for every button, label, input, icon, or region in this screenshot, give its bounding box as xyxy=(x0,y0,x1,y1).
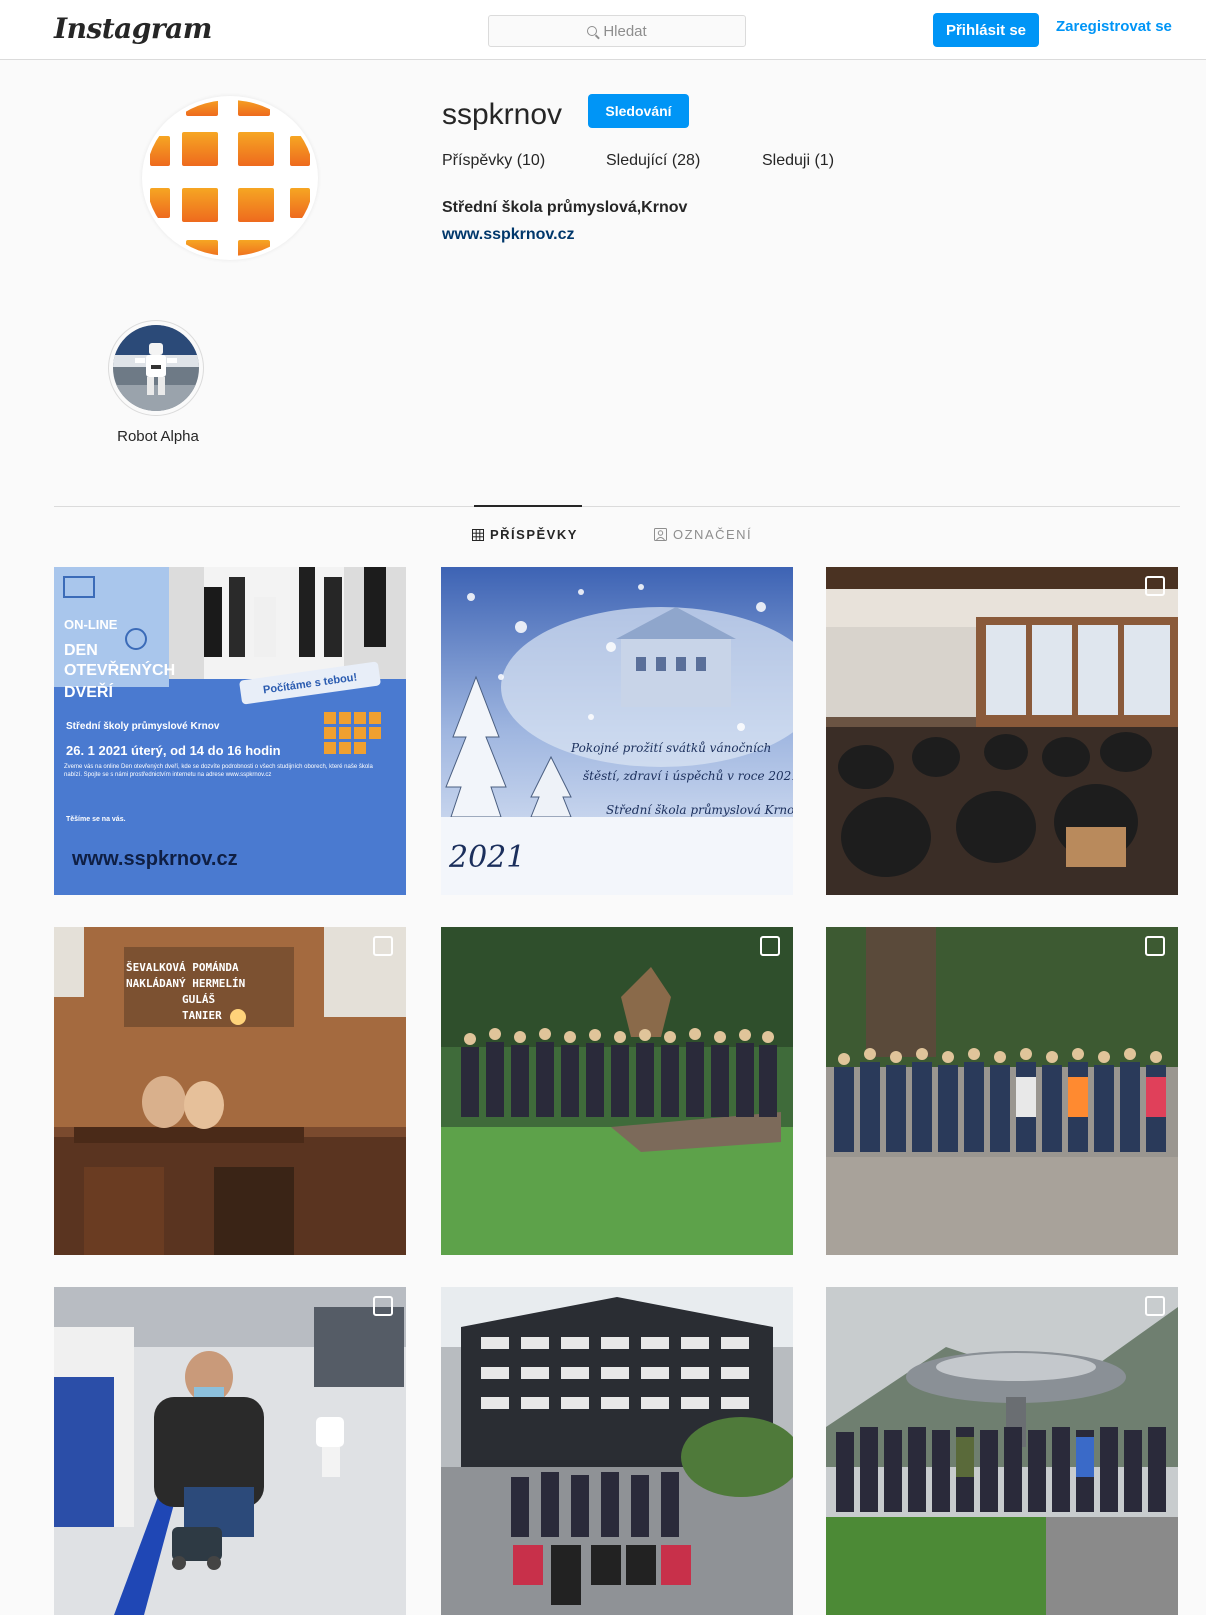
xmas-greeting-3: Střední škola průmyslová Krnov xyxy=(606,802,793,817)
poster-online: ON-LINE xyxy=(64,617,118,632)
highlight-thumbnail xyxy=(113,325,199,411)
search-placeholder: Hledat xyxy=(603,22,647,40)
login-button[interactable]: Přihlásit se xyxy=(933,13,1039,47)
poster-url: www.sspkrnov.cz xyxy=(71,848,238,870)
poster-dveri: DVEŘÍ xyxy=(64,682,113,701)
instagram-logo[interactable]: Instagram xyxy=(54,12,212,45)
school-logo-icon xyxy=(146,100,314,256)
profile-full-name: Střední škola průmyslová,Krnov xyxy=(442,199,688,216)
search-icon xyxy=(587,26,598,36)
xmas-greeting-2: štěstí, zdraví i úspěchů v roce 2021 xyxy=(583,768,793,783)
post-thumbnail-ufo-group[interactable] xyxy=(826,1287,1178,1615)
poster-school: Střední školy průmyslové Krnov xyxy=(66,720,220,732)
top-navigation-bar: Instagram Hledat Přihlásit se Zaregistro… xyxy=(0,0,1206,60)
post-thumbnail-christmas[interactable]: Pokojné prožití svátků vánočních štěstí,… xyxy=(441,567,793,895)
poster-body: Zveme vás na online Den otevřených dveří… xyxy=(64,764,373,778)
profile-avatar[interactable] xyxy=(142,96,318,260)
active-tab-indicator xyxy=(474,505,582,507)
highlight-label: Robot Alpha xyxy=(117,428,199,445)
restaurant-sign-1: ŠEVALKOVÁ POMÁNDA xyxy=(126,961,239,974)
tab-posts-label: PŘÍSPĚVKY xyxy=(490,527,578,542)
restaurant-sign-3: GULÁŠ xyxy=(182,993,215,1006)
restaurant-sign-2: NAKLÁDANÝ HERMELÍN xyxy=(126,977,245,990)
poster-otevrenych: OTEVŘENÝCH xyxy=(64,660,175,679)
following-count[interactable]: Sleduji (1) xyxy=(762,152,834,170)
search-input[interactable]: Hledat xyxy=(488,15,746,47)
follow-button[interactable]: Sledování xyxy=(588,94,689,128)
profile-website-link[interactable]: www.sspkrnov.cz xyxy=(442,226,574,244)
post-thumbnail-tree-group[interactable] xyxy=(826,927,1178,1255)
poster-thanks: Těšíme se na vás. xyxy=(66,816,126,823)
post-thumbnail-restaurant[interactable]: ŠEVALKOVÁ POMÁNDA NAKLÁDANÝ HERMELÍN GUL… xyxy=(54,927,406,1255)
tagged-user-icon xyxy=(654,528,667,541)
xmas-year: 2021 xyxy=(448,840,525,875)
posts-count: Příspěvky (10) xyxy=(442,152,546,169)
xmas-greeting-1: Pokojné prožití svátků vánočních xyxy=(570,740,771,755)
signup-link[interactable]: Zaregistrovat se xyxy=(1056,18,1172,35)
followers-count[interactable]: Sledující (28) xyxy=(606,152,762,170)
post-thumbnail-park-group[interactable] xyxy=(441,927,793,1255)
profile-stats: Příspěvky (10) Sledující (28) Sleduji (1… xyxy=(442,152,834,170)
story-highlight-robot-alpha[interactable] xyxy=(108,320,204,416)
poster-date: 26. 1 2021 úterý, od 14 do 16 hodin xyxy=(66,743,281,758)
tab-tagged-label: OZNAČENÍ xyxy=(673,527,753,542)
post-thumbnail-classroom[interactable] xyxy=(826,567,1178,895)
tab-tagged[interactable]: OZNAČENÍ xyxy=(654,527,752,542)
restaurant-sign-4: TANIER xyxy=(182,1009,222,1022)
tab-posts[interactable]: PŘÍSPĚVKY xyxy=(472,527,578,542)
post-thumbnail-building-group[interactable] xyxy=(441,1287,793,1615)
tabs-divider xyxy=(54,506,1180,507)
highlight-ring xyxy=(108,320,204,416)
profile-username: sspkrnov xyxy=(442,98,563,131)
grid-icon xyxy=(472,528,484,541)
poster-den: DEN xyxy=(64,642,98,659)
post-thumbnail-robot-lab[interactable] xyxy=(54,1287,406,1615)
post-thumbnail-open-day[interactable]: Počítáme s tebou! ON-LINE DEN OTEVŘENÝCH… xyxy=(54,567,406,895)
